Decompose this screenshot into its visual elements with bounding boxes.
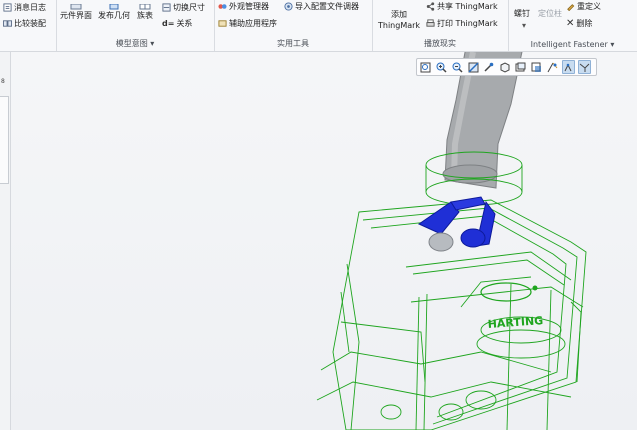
wireframe-housing bbox=[316, 151, 587, 430]
import-config-icon bbox=[284, 2, 293, 11]
zoom-in-icon[interactable] bbox=[435, 60, 448, 74]
ribbon-group-model-intent: 元件界面 发布几何 族表 切换尺寸 d= 关系 模型意图 ▾ bbox=[56, 0, 215, 51]
redefine-button[interactable]: 重定义 bbox=[566, 1, 601, 12]
ribbon-group-investigate: 消息日志 比较装配 bbox=[0, 0, 57, 51]
add-thingmark-button[interactable]: 添加 ThingMark bbox=[378, 9, 420, 31]
auxiliary-applications-button[interactable]: 辅助应用程序 bbox=[218, 18, 277, 29]
ribbon-group-intelligent-fastener: 螺钉 定位柱 重定义 ✕ 删除 ▾ Intelligent Fastener ▾ bbox=[508, 0, 637, 51]
compare-icon bbox=[3, 20, 12, 27]
graphics-window[interactable]: HARTING bbox=[11, 52, 637, 430]
family-table-label: 族表 bbox=[137, 11, 153, 20]
message-log-label: 消息日志 bbox=[14, 3, 46, 12]
left-panel-box bbox=[0, 96, 9, 184]
switch-dimensions-icon bbox=[162, 3, 171, 12]
graphics-toolbar bbox=[416, 58, 597, 76]
model-canvas[interactable]: HARTING bbox=[11, 52, 637, 430]
compare-assembly-label: 比较装配 bbox=[14, 19, 46, 28]
harting-logo: HARTING bbox=[480, 282, 544, 331]
datum-display-icon[interactable] bbox=[546, 60, 559, 74]
share-thingmark-label: 共享 ThingMark bbox=[437, 2, 498, 11]
harting-label: HARTING bbox=[487, 314, 543, 331]
share-thingmark-button[interactable]: 共享 ThingMark bbox=[426, 1, 498, 12]
appearance-manager-label: 外观管理器 bbox=[229, 2, 269, 11]
zoom-out-icon[interactable] bbox=[451, 60, 464, 74]
repaint-icon[interactable] bbox=[467, 60, 480, 74]
redefine-icon bbox=[567, 4, 575, 11]
component-interface-button[interactable]: 元件界面 bbox=[60, 4, 92, 21]
relations-label: 关系 bbox=[176, 19, 193, 28]
annotation-display-icon[interactable] bbox=[561, 60, 575, 74]
intelligent-fastener-group-label[interactable]: Intelligent Fastener ▾ bbox=[508, 40, 637, 49]
augmented-reality-group-label: 播放现实 bbox=[424, 39, 456, 48]
appearance-manager-icon bbox=[218, 4, 227, 9]
family-table-button[interactable]: 族表 bbox=[137, 4, 153, 21]
dowel-button[interactable]: 定位柱 bbox=[538, 8, 562, 19]
zoom-window-icon[interactable] bbox=[419, 60, 432, 74]
auxiliary-applications-label: 辅助应用程序 bbox=[229, 19, 277, 28]
delete-label: 删除 bbox=[576, 19, 593, 28]
display-style-icon[interactable] bbox=[530, 60, 543, 74]
model-intent-group-label[interactable]: 模型意图 ▾ bbox=[56, 38, 214, 49]
left-panel-collapsed[interactable]: 8 bbox=[0, 52, 11, 430]
component-interface-label: 元件界面 bbox=[60, 11, 92, 20]
compare-assembly-button[interactable]: 比较装配 bbox=[3, 18, 46, 29]
spin-center-icon[interactable] bbox=[482, 60, 495, 74]
relations-icon: d= bbox=[162, 19, 175, 28]
switch-dimensions-button[interactable]: 切换尺寸 bbox=[162, 2, 205, 13]
saved-orientations-icon[interactable] bbox=[498, 60, 511, 74]
component-interface-icon bbox=[70, 4, 82, 10]
chevron-down-icon: ▾ bbox=[522, 21, 527, 30]
add-thingmark-label-line2: ThingMark bbox=[378, 21, 421, 30]
publish-geometry-button[interactable]: 发布几何 bbox=[98, 4, 130, 21]
family-table-icon bbox=[139, 4, 151, 10]
dowel-label: 定位柱 bbox=[538, 9, 562, 18]
fastener-dropdown-chevron[interactable]: ▾ bbox=[522, 21, 526, 30]
switch-dimensions-label: 切换尺寸 bbox=[173, 3, 205, 12]
delete-icon: ✕ bbox=[566, 18, 575, 29]
ribbon-group-utilities: 外观管理器 导入配置文件调器 辅助应用程序 实用工具 bbox=[214, 0, 373, 51]
ribbon-group-augmented-reality: 添加 ThingMark 共享 ThingMark 打印 ThingMark 播… bbox=[372, 0, 509, 51]
publish-geometry-label: 发布几何 bbox=[98, 11, 130, 20]
share-icon bbox=[426, 2, 435, 11]
relations-button[interactable]: d= 关系 bbox=[162, 18, 192, 29]
print-icon bbox=[426, 19, 435, 27]
print-thingmark-label: 打印 ThingMark bbox=[437, 19, 498, 28]
import-config-editor-button[interactable]: 导入配置文件调器 bbox=[284, 1, 359, 12]
ribbon: 消息日志 比较装配 元件界面 发布几何 族表 切换尺寸 d= 关系 模型意图 ▾ bbox=[0, 0, 637, 52]
auxiliary-applications-icon bbox=[218, 20, 227, 27]
import-config-editor-label: 导入配置文件调器 bbox=[295, 2, 359, 11]
print-thingmark-button[interactable]: 打印 ThingMark bbox=[426, 18, 498, 29]
left-panel-mark: 8 bbox=[1, 78, 5, 85]
message-log-button[interactable]: 消息日志 bbox=[3, 2, 46, 13]
redefine-label: 重定义 bbox=[577, 2, 601, 11]
screw-label: 螺钉 bbox=[514, 9, 530, 18]
appearance-manager-button[interactable]: 外观管理器 bbox=[218, 1, 269, 12]
add-thingmark-label-line1: 添加 bbox=[391, 10, 408, 19]
view-manager-icon[interactable] bbox=[514, 60, 527, 74]
show-hide-icon[interactable] bbox=[577, 60, 592, 74]
publish-geometry-icon bbox=[109, 4, 119, 10]
screw-button[interactable]: 螺钉 bbox=[514, 8, 530, 19]
log-icon bbox=[3, 3, 12, 12]
utilities-group-label: 实用工具 bbox=[277, 39, 309, 48]
delete-button[interactable]: ✕ 删除 bbox=[566, 18, 592, 29]
